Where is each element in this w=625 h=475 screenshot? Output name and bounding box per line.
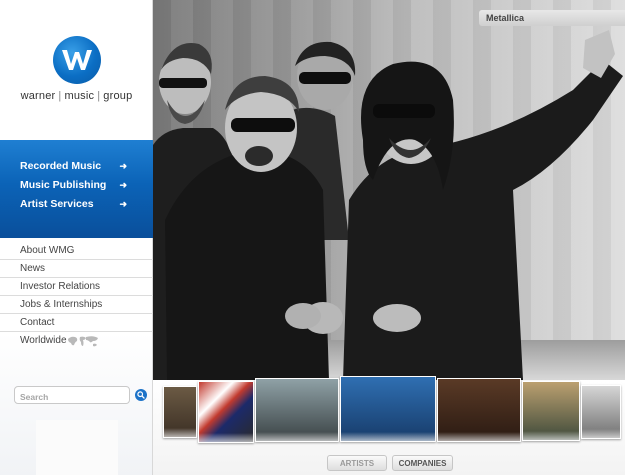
- carousel-thumbnail[interactable]: [198, 381, 254, 443]
- link-worldwide-label: Worldwide: [20, 335, 67, 346]
- carousel-thumbnail[interactable]: [255, 378, 339, 442]
- brand-logo[interactable]: warner | music | group: [0, 36, 153, 102]
- link-worldwide[interactable]: Worldwide: [0, 332, 153, 350]
- secondary-nav: About WMG News Investor Relations Jobs &…: [0, 242, 153, 350]
- nav-item-music-publishing[interactable]: Music Publishing ➜: [0, 176, 153, 195]
- search-icon: [137, 391, 145, 399]
- link-contact[interactable]: Contact: [0, 314, 153, 332]
- wmg-logo-icon: [52, 36, 101, 84]
- tab-artists[interactable]: ARTISTS: [327, 455, 387, 471]
- arrow-right-icon: ➜: [119, 199, 127, 209]
- primary-nav: Recorded Music ➜ Music Publishing ➜ Arti…: [0, 140, 153, 238]
- brand-word: warner: [20, 90, 56, 102]
- link-investor-relations[interactable]: Investor Relations: [0, 278, 153, 296]
- hero-banner[interactable]: Metallica: [153, 0, 625, 380]
- search-field[interactable]: [14, 386, 130, 405]
- carousel-thumbnail[interactable]: [163, 386, 197, 438]
- search-button[interactable]: [135, 389, 147, 401]
- sidebar: warner | music | group Recorded Music ➜ Musi…: [0, 0, 153, 475]
- nav-item-recorded-music[interactable]: Recorded Music ➜: [0, 157, 153, 176]
- brand-word: music: [64, 90, 95, 102]
- sidebar-footer-panel: [36, 420, 118, 475]
- nav-item-label: Music Publishing: [20, 179, 107, 191]
- tab-companies[interactable]: COMPANIES: [392, 455, 453, 471]
- search-input[interactable]: [15, 389, 129, 405]
- carousel-thumbnail[interactable]: [340, 376, 436, 442]
- nav-item-label: Recorded Music: [20, 160, 102, 172]
- nav-item-artist-services[interactable]: Artist Services ➜: [0, 195, 153, 214]
- link-about-wmg[interactable]: About WMG: [0, 242, 153, 260]
- band-photo: [153, 30, 623, 380]
- hero-caption: Metallica: [479, 10, 625, 26]
- brand-wordmark: warner | music | group: [0, 90, 153, 102]
- arrow-right-icon: ➜: [119, 180, 127, 190]
- arrow-right-icon: ➜: [119, 161, 127, 171]
- link-jobs-internships[interactable]: Jobs & Internships: [0, 296, 153, 314]
- nav-item-label: Artist Services: [20, 198, 94, 210]
- world-map-icon: [68, 336, 98, 347]
- carousel-thumbnail[interactable]: [522, 381, 580, 441]
- carousel-thumbnail[interactable]: [581, 385, 621, 439]
- link-news[interactable]: News: [0, 260, 153, 278]
- carousel-thumbnail[interactable]: [437, 378, 521, 442]
- brand-word: group: [103, 90, 133, 102]
